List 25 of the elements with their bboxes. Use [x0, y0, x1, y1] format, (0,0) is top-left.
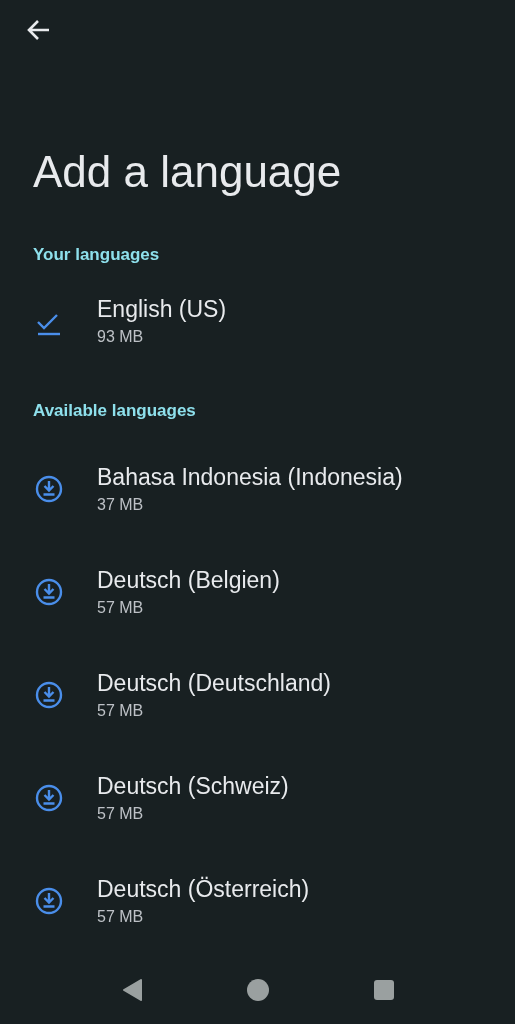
- download-icon[interactable]: [35, 474, 63, 503]
- section-header: Your languages: [33, 244, 160, 266]
- download-size: 57 MB: [97, 906, 144, 927]
- language-name: Bahasa Indonesia (Indonesia): [97, 462, 403, 492]
- download-size: 93 MB: [97, 326, 144, 347]
- language-name: Deutsch (Österreich): [97, 874, 310, 904]
- download-size: 57 MB: [97, 597, 144, 618]
- back-nav-icon[interactable]: [120, 978, 143, 1002]
- download-icon[interactable]: [35, 577, 63, 606]
- recents-nav-icon[interactable]: [372, 979, 395, 1001]
- home-nav-icon[interactable]: [245, 978, 270, 1002]
- section-header: Available languages: [33, 399, 196, 422]
- language-name: Deutsch (Schweiz): [97, 771, 289, 801]
- download-icon[interactable]: [35, 680, 63, 709]
- language-name: English (US): [97, 294, 227, 324]
- language-name: Deutsch (Belgien): [97, 565, 280, 595]
- download-size: 57 MB: [97, 803, 144, 824]
- download-icon[interactable]: [35, 783, 63, 812]
- download-size: 37 MB: [97, 494, 144, 515]
- language-name: Deutsch (Deutschland): [97, 668, 331, 698]
- download-size: 57 MB: [97, 700, 144, 721]
- download-icon[interactable]: [35, 886, 63, 915]
- back-icon[interactable]: [25, 18, 51, 42]
- page-title: Add a language: [33, 146, 342, 198]
- check-icon: [37, 313, 61, 336]
